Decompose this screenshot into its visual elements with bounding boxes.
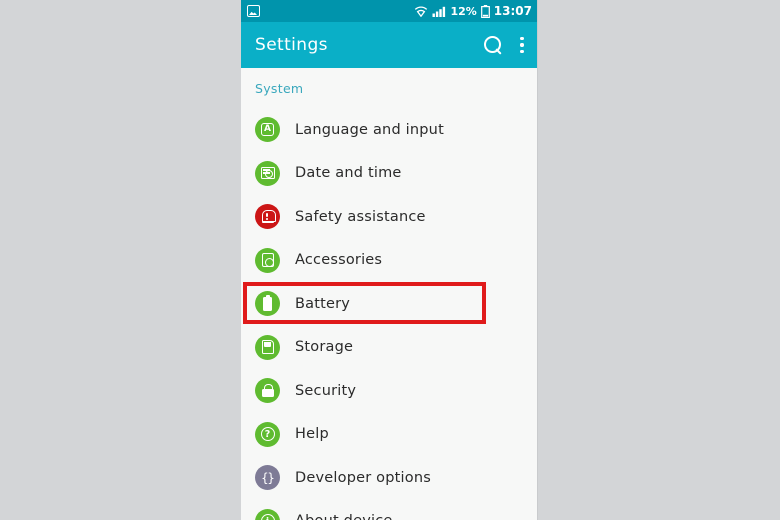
app-bar-actions	[484, 36, 524, 54]
app-bar: Settings	[241, 22, 538, 68]
status-bar-left	[247, 5, 260, 17]
phone-screen: 12% 13:07 Settings System A Language and…	[241, 0, 538, 520]
list-item-label: About device	[295, 513, 393, 520]
lock-glyph	[261, 384, 274, 398]
about-device-icon: i	[255, 508, 280, 520]
braces-glyph: {}	[261, 470, 274, 485]
battery-percent-label: 12%	[450, 4, 477, 18]
overflow-menu-icon[interactable]	[520, 36, 524, 54]
list-item-label: Date and time	[295, 165, 402, 182]
screenshot-canvas: 12% 13:07 Settings System A Language and…	[0, 0, 780, 520]
list-item-label: Safety assistance	[295, 208, 426, 225]
list-item-label: Language and input	[295, 121, 444, 138]
list-item-label: Security	[295, 382, 357, 399]
status-bar-clock: 13:07	[493, 4, 532, 18]
question-mark-glyph: ?	[260, 427, 275, 442]
language-icon: A	[255, 117, 280, 143]
list-item-language-and-input[interactable]: A Language and input	[241, 108, 538, 152]
list-item-security[interactable]: Security	[241, 369, 538, 413]
battery-icon	[255, 291, 280, 317]
safety-assistance-icon	[255, 204, 280, 230]
list-item-storage[interactable]: Storage	[241, 326, 538, 370]
calendar-clock-glyph	[260, 167, 275, 180]
battery-icon	[480, 4, 490, 18]
security-lock-icon	[255, 378, 280, 404]
list-item-label: Developer options	[295, 469, 431, 486]
list-item-label: Accessories	[295, 252, 383, 269]
list-item-help[interactable]: ? Help	[241, 413, 538, 457]
section-header-system: System	[255, 81, 304, 96]
list-item-developer-options[interactable]: {} Developer options	[241, 456, 538, 500]
headset-device-glyph	[261, 253, 274, 268]
search-icon[interactable]	[484, 36, 502, 54]
screenshot-icon	[247, 5, 260, 17]
status-bar-right: 12% 13:07	[414, 4, 532, 18]
signal-bars-icon	[432, 6, 446, 17]
storage-icon	[255, 334, 280, 360]
date-time-icon	[255, 160, 280, 186]
status-bar: 12% 13:07	[241, 0, 538, 22]
sd-card-glyph	[261, 340, 274, 355]
list-item-date-and-time[interactable]: Date and time	[241, 152, 538, 196]
list-item-label: Battery	[295, 295, 351, 312]
help-icon: ?	[255, 421, 280, 447]
info-glyph: i	[260, 514, 275, 520]
list-item-accessories[interactable]: Accessories	[241, 239, 538, 283]
list-item-about-device[interactable]: i About device	[241, 500, 538, 520]
alert-glyph	[261, 210, 276, 224]
list-item-battery[interactable]: Battery	[241, 282, 538, 326]
list-item-label: Storage	[295, 339, 354, 356]
page-title: Settings	[255, 35, 328, 55]
settings-list: A Language and input Date and time Safet…	[241, 108, 538, 520]
wifi-icon	[415, 6, 428, 17]
language-glyph: A	[261, 123, 274, 137]
accessories-icon	[255, 247, 280, 273]
battery-glyph	[263, 294, 272, 311]
list-item-label: Help	[295, 426, 329, 443]
developer-options-icon: {}	[255, 465, 280, 491]
list-item-safety-assistance[interactable]: Safety assistance	[241, 195, 538, 239]
